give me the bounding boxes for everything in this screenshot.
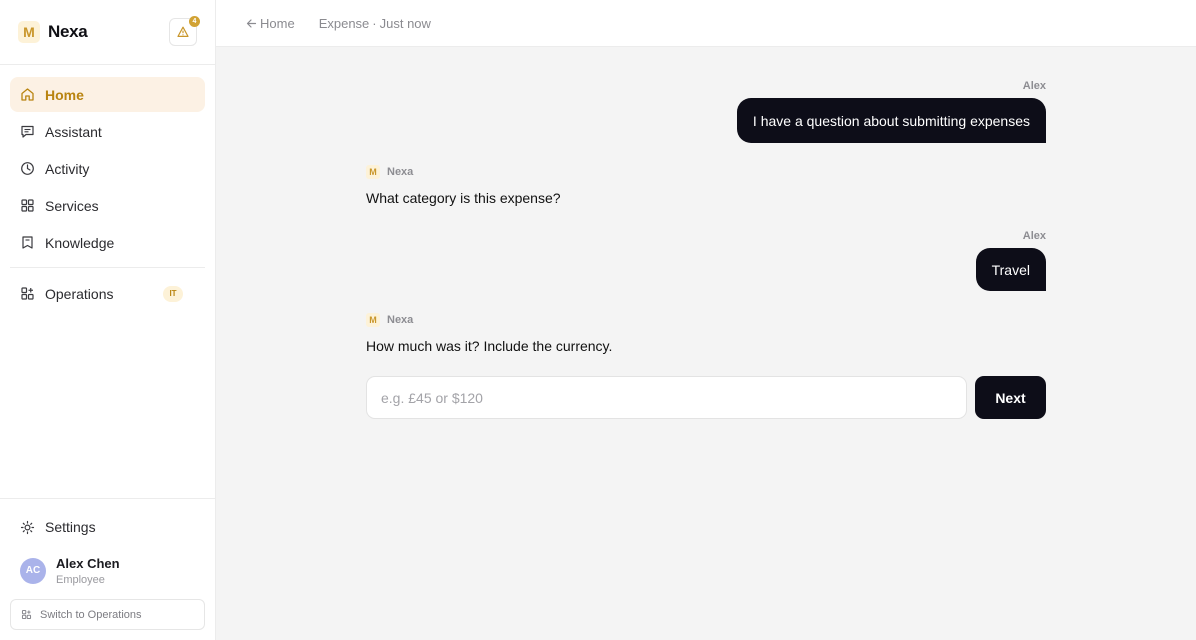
- brand-header: M Nexa 4: [0, 0, 215, 65]
- user-name: Alex Chen: [56, 555, 120, 571]
- avatar: AC: [20, 557, 46, 584]
- settings-label: Settings: [45, 519, 96, 535]
- nav-label-operations: Operations: [45, 285, 114, 302]
- sidebar-footer: Settings AC Alex Chen Employee Switch to…: [0, 498, 215, 640]
- assistant-text: What category is this expense?: [366, 190, 561, 206]
- nexa-logo-icon: M: [366, 313, 380, 327]
- sidebar: M Nexa 4 Home Assistant Activity Service…: [0, 0, 216, 640]
- arrow-left-icon: [246, 18, 257, 29]
- nexa-logo-icon: M: [366, 165, 380, 179]
- sender-name: Nexa: [387, 314, 414, 326]
- warning-icon: [177, 26, 189, 38]
- nav-label-activity: Activity: [45, 160, 90, 177]
- nav-label-home: Home: [45, 86, 84, 103]
- sender-name: Alex: [1022, 80, 1046, 92]
- bubble-row: Travel: [366, 248, 1046, 291]
- amount-input[interactable]: [366, 376, 967, 419]
- breadcrumb: Expense · Just now: [319, 16, 431, 31]
- nav-item-home[interactable]: Home: [10, 77, 205, 112]
- nav-item-activity[interactable]: Activity: [10, 151, 205, 186]
- user-meta: Alex Chen Employee: [56, 556, 120, 586]
- brand-name: Nexa: [48, 22, 88, 41]
- bubble-row: I have a question about submitting expen…: [366, 98, 1046, 143]
- answer-form: Next: [366, 376, 1046, 419]
- chat-thread: Alex I have a question about submitting …: [366, 80, 1046, 419]
- book-icon: [20, 235, 35, 250]
- switch-to-operations-button[interactable]: Switch to Operations: [10, 599, 205, 630]
- alert-count-badge: 4: [189, 16, 200, 27]
- user-bubble: Travel: [975, 248, 1046, 291]
- nav-label-knowledge: Knowledge: [45, 234, 115, 251]
- it-badge: IT: [163, 285, 183, 302]
- nav-item-operations[interactable]: Operations IT: [10, 276, 205, 311]
- sender-name: Alex: [1022, 230, 1046, 242]
- assistant-message: M Nexa How much was it? Include the curr…: [366, 311, 1046, 354]
- settings-link[interactable]: Settings: [10, 509, 205, 545]
- nav-item-knowledge[interactable]: Knowledge: [10, 225, 205, 260]
- assistant-message: M Nexa What category is this expense?: [366, 163, 1046, 206]
- breadcrumb-separator: ·: [372, 15, 377, 31]
- conversation-timestamp: Just now: [379, 15, 431, 31]
- nav-item-services[interactable]: Services: [10, 188, 205, 223]
- user-profile[interactable]: AC Alex Chen Employee: [10, 545, 205, 593]
- conversation-title: Expense: [318, 15, 370, 31]
- chat-icon: [20, 124, 35, 139]
- home-icon: [20, 87, 35, 102]
- apps-icon: [21, 609, 32, 620]
- assistant-text: How much was it? Include the currency.: [366, 338, 613, 354]
- user-message: Alex Travel: [366, 230, 1046, 291]
- clock-icon: [20, 161, 35, 176]
- assistant-sender: M Nexa: [366, 311, 1046, 329]
- switch-label: Switch to Operations: [40, 608, 142, 621]
- assistant-sender: M Nexa: [366, 163, 1046, 181]
- nav-label-services: Services: [45, 197, 99, 214]
- user-message: Alex I have a question about submitting …: [366, 80, 1046, 143]
- top-bar: Home Expense · Just now: [216, 0, 1196, 47]
- user-bubble: I have a question about submitting expen…: [736, 98, 1046, 143]
- sender-name: Nexa: [387, 166, 414, 178]
- back-label: Home: [260, 15, 295, 31]
- nav-label-assistant: Assistant: [45, 123, 102, 140]
- main-nav: Home Assistant Activity Services Knowled…: [0, 65, 215, 311]
- logo-mark: M: [18, 21, 40, 43]
- user-role: Employee: [56, 573, 105, 586]
- grid-icon: [20, 198, 35, 213]
- gear-icon: [20, 520, 35, 535]
- next-button[interactable]: Next: [975, 376, 1046, 419]
- alerts-button[interactable]: 4: [169, 16, 200, 46]
- nav-item-assistant[interactable]: Assistant: [10, 114, 205, 149]
- back-home-link[interactable]: Home: [246, 16, 295, 31]
- nav-divider: [10, 267, 205, 268]
- apps-icon: [20, 286, 35, 301]
